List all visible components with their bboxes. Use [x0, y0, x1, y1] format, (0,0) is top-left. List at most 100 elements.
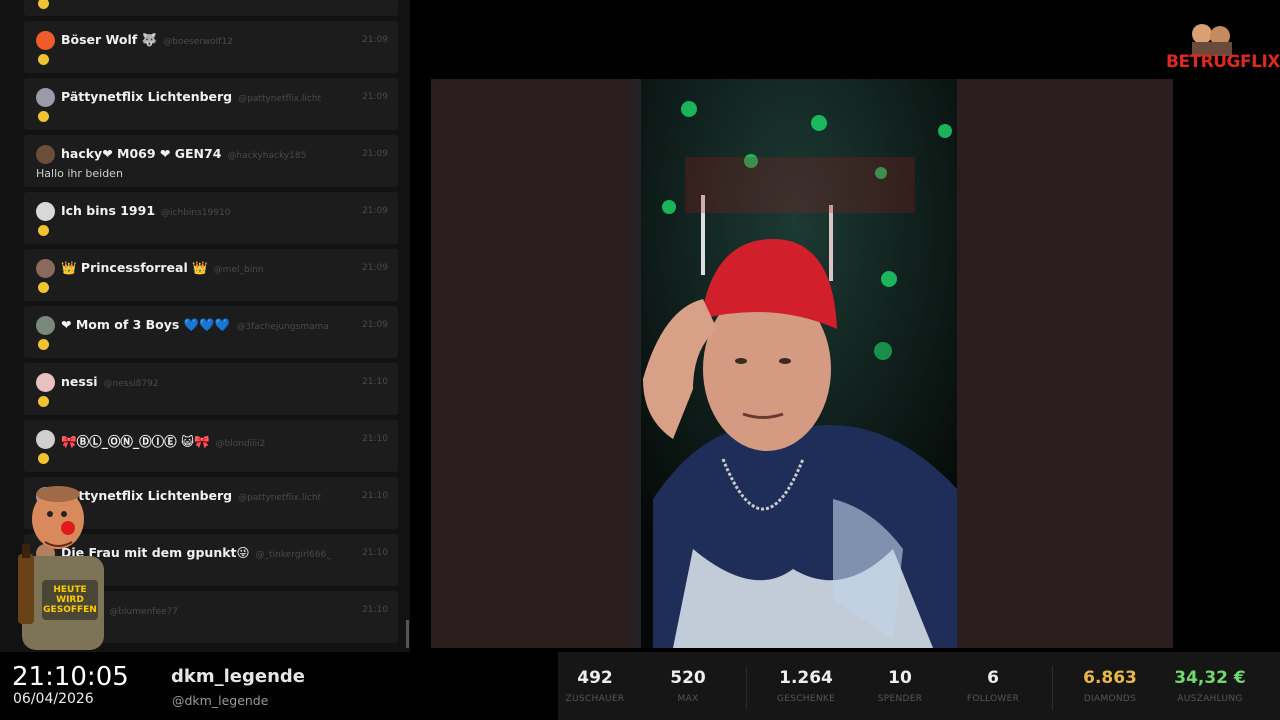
chat-username[interactable]: nessi @nessi8792 — [61, 374, 159, 389]
stat-donors: 10 SPENDER — [855, 668, 945, 704]
chat-message: 👑 Princessforreal 👑 @mel_binn 21:09 — [24, 249, 398, 301]
chat-timestamp: 21:09 — [362, 263, 388, 273]
chat-timestamp: 21:09 — [362, 92, 388, 102]
chat-username-text: nessi — [61, 374, 98, 389]
chat-scrollbar[interactable] — [406, 620, 409, 648]
stat-max: 520 MAX — [643, 668, 733, 704]
brand-logo-text: BETRUGFLIX — [1166, 52, 1280, 72]
chat-username-text: 🎀ⒷⓁ_ⓄⓃ_ⒹⒾⒺ 😺🎀 — [61, 434, 210, 449]
user-avatar[interactable] — [36, 430, 55, 449]
stat-viewers: 492 ZUSCHAUER — [550, 668, 640, 704]
chat-username-text: 👑 Princessforreal 👑 — [61, 260, 208, 275]
chat-user-handle: @pattynetflix.licht — [238, 94, 322, 104]
chat-timestamp: 21:09 — [362, 149, 388, 159]
emoji-icon — [38, 111, 49, 122]
chat-username-text: Pättynetflix Lichtenberg — [61, 89, 233, 104]
stream-info-bar: 21:10:05 06/04/2026 dkm_legende @dkm_leg… — [0, 652, 1280, 720]
user-avatar[interactable] — [36, 373, 55, 392]
chat-user-handle: @hackyhacky185 — [227, 151, 307, 161]
stat-label: SPENDER — [877, 694, 923, 704]
chat-username-text: Ich bins 1991 — [61, 203, 156, 218]
chat-username-text: ❤ Mom of 3 Boys 💙💙💙 — [61, 317, 231, 332]
stat-label: ZUSCHAUER — [565, 694, 625, 704]
chat-message: 🎀ⒷⓁ_ⓄⓃ_ⒹⒾⒺ 😺🎀 @blondiiii2 21:10 — [24, 420, 398, 472]
chat-user-handle: @boeserwolf12 — [163, 37, 233, 47]
stat-gifts: 1.264 GESCHENKE — [761, 668, 851, 704]
user-avatar[interactable] — [36, 88, 55, 107]
emoji-icon — [38, 453, 49, 464]
emoji-icon — [38, 396, 49, 407]
divider — [746, 666, 747, 710]
chat-timestamp: 21:10 — [362, 548, 388, 558]
stat-label: AUSZAHLUNG — [1177, 694, 1243, 704]
chat-user-handle: @blumenfee77 — [109, 607, 178, 617]
stat-payout: 34,32 € AUSZAHLUNG — [1165, 668, 1255, 704]
date: 06/04/2026 — [13, 691, 94, 707]
chat-username[interactable]: ❤ Mom of 3 Boys 💙💙💙 @3fachejungsmama — [61, 317, 329, 333]
user-avatar[interactable] — [36, 145, 55, 164]
emoji-icon — [38, 225, 49, 236]
emoji-icon — [38, 339, 49, 350]
stat-value: 520 — [670, 668, 706, 688]
chat-timestamp: 21:09 — [362, 320, 388, 330]
chat-timestamp: 21:09 — [362, 206, 388, 216]
video-player[interactable] — [431, 79, 1173, 648]
chat-username[interactable]: Pättynetflix Lichtenberg @pattynetflix.li… — [61, 89, 321, 104]
mascot-sign-line2: WIRD — [56, 595, 84, 605]
chat-message: Pättynetflix Lichtenberg @pattynetflix.li… — [24, 78, 398, 130]
video-stream — [633, 79, 957, 648]
chat-username[interactable]: 👑 Princessforreal 👑 @mel_binn — [61, 260, 264, 276]
chat-message: Ich bins 1991 @ichbins19910 21:09 — [24, 192, 398, 244]
emoji-icon — [38, 54, 49, 65]
chat-user-handle: @3fachejungsmama — [236, 322, 329, 332]
chat-timestamp: 21:10 — [362, 377, 388, 387]
stat-value: 10 — [888, 668, 912, 688]
stat-followers: 6 FOLLOWER — [948, 668, 1038, 704]
chat-timestamp: 21:10 — [362, 434, 388, 444]
chat-timestamp: 21:10 — [362, 605, 388, 615]
chat-username-text: Böser Wolf 🐺 — [61, 32, 158, 47]
stat-diamonds: 6.863 DIAMONDS — [1065, 668, 1155, 704]
user-avatar[interactable] — [36, 202, 55, 221]
stat-value: 34,32 € — [1174, 668, 1246, 688]
user-avatar[interactable] — [36, 259, 55, 278]
stat-value: 6.863 — [1083, 668, 1137, 688]
chat-message: ❤ Mom of 3 Boys 💙💙💙 @3fachejungsmama 21:09 — [24, 306, 398, 358]
channel-name: dkm_legende — [171, 666, 305, 687]
chat-user-handle: @mel_binn — [213, 265, 264, 275]
stat-label: GESCHENKE — [776, 694, 836, 704]
chat-message: Böser Wolf 🐺 @boeserwolf12 21:09 — [24, 21, 398, 73]
stat-value: 492 — [577, 668, 613, 688]
chat-message: hacky❤ M069 ❤ GEN74 @hackyhacky185 21:09 Ha… — [24, 135, 398, 187]
chat-username-text: hacky❤ M069 ❤ GEN74 — [61, 146, 222, 161]
chat-username[interactable]: 🎀ⒷⓁ_ⓄⓃ_ⒹⒾⒺ 😺🎀 @blondiiii2 — [61, 431, 265, 450]
stat-label: DIAMONDS — [1083, 694, 1137, 704]
emoji-icon — [38, 0, 49, 9]
stat-label: FOLLOWER — [966, 694, 1020, 704]
mascot-sign-line1: HEUTE — [53, 585, 86, 595]
stat-value: 6 — [987, 668, 999, 688]
clock: 21:10:05 — [12, 662, 129, 692]
chat-timestamp: 21:09 — [362, 35, 388, 45]
chat-timestamp: 21:10 — [362, 491, 388, 501]
chat-username[interactable]: hacky❤ M069 ❤ GEN74 @hackyhacky185 — [61, 146, 306, 161]
chat-user-handle: @_tinkergirl666_ — [255, 550, 331, 560]
mascot-illustration: HEUTE WIRD GESOFFEN — [18, 486, 104, 650]
user-avatar[interactable] — [36, 31, 55, 50]
emoji-icon — [38, 282, 49, 293]
chat-message: nessi @nessi8792 21:10 — [24, 363, 398, 415]
chat-user-handle: @pattynetflix.licht — [238, 493, 322, 503]
stat-label: MAX — [677, 694, 699, 704]
divider — [1052, 666, 1053, 710]
chat-message-text: Hallo ihr beiden — [36, 167, 123, 180]
chat-message — [24, 0, 398, 16]
chat-user-handle: @nessi8792 — [103, 379, 159, 389]
stats-panel: 492 ZUSCHAUER 520 MAX 1.264 GESCHENKE 10… — [558, 652, 1280, 720]
stat-value: 1.264 — [779, 668, 833, 688]
chat-username[interactable]: Ich bins 1991 @ichbins19910 — [61, 203, 230, 218]
chat-user-handle: @ichbins19910 — [161, 208, 231, 218]
chat-user-handle: @blondiiii2 — [215, 439, 266, 449]
chat-username[interactable]: Böser Wolf 🐺 @boeserwolf12 — [61, 32, 233, 48]
user-avatar[interactable] — [36, 316, 55, 335]
channel-handle: @dkm_legende — [172, 693, 269, 708]
